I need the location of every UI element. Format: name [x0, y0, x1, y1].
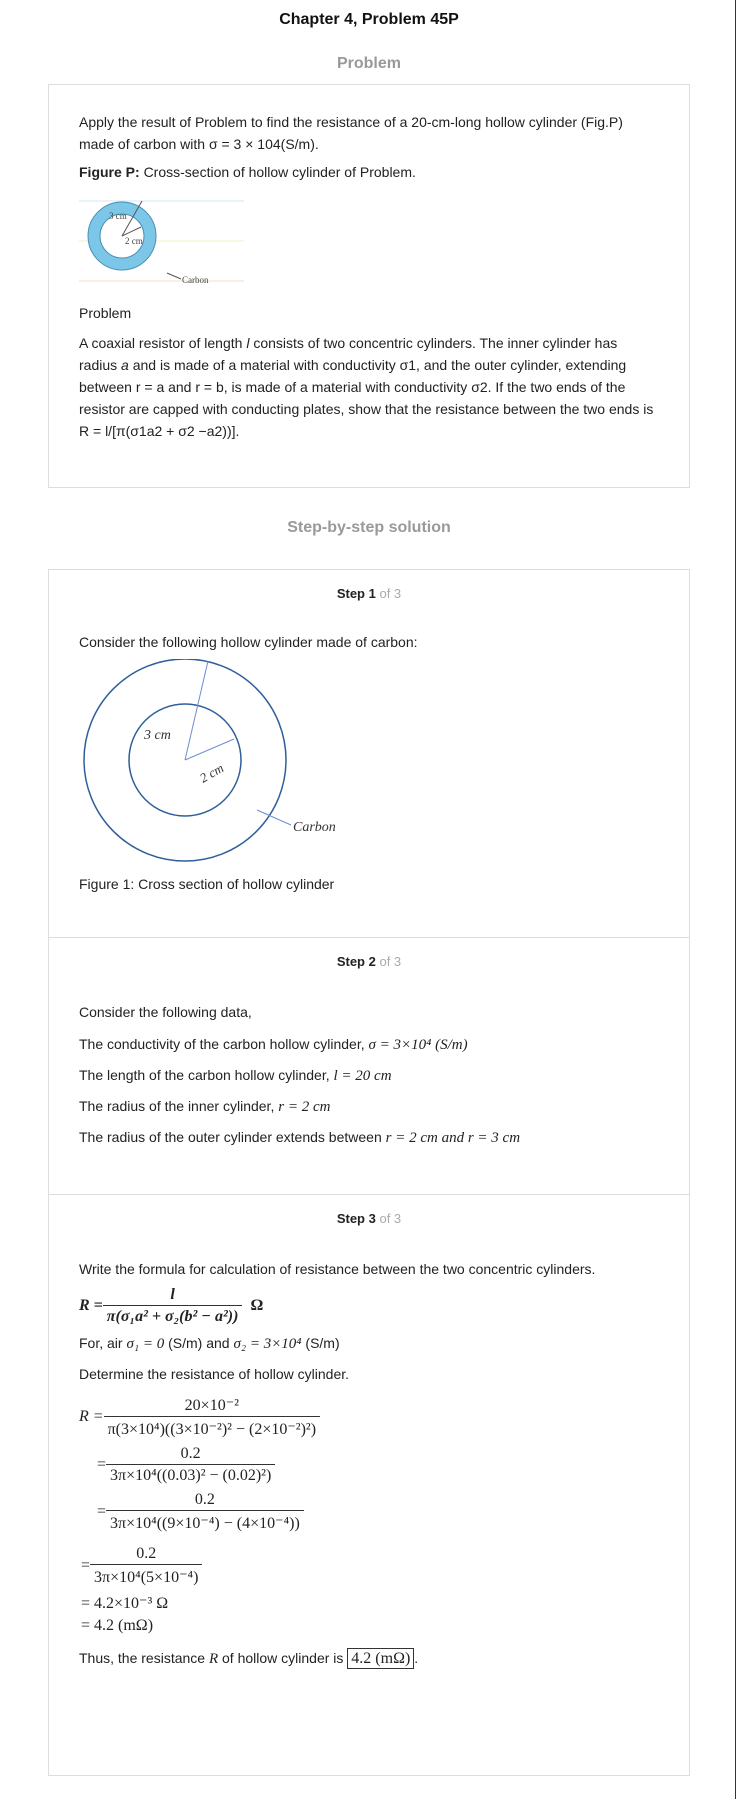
solution-heading: Step-by-step solution	[287, 519, 451, 536]
conclusion: Thus, the resistance R of hollow cylinde…	[79, 1648, 419, 1669]
step-text: Consider the following data,	[79, 1004, 252, 1020]
problem-box: Apply the result of Problem to find the …	[48, 84, 690, 488]
figure-1: 3 cm 2 cm Carbon	[79, 658, 659, 869]
svg-text:3 cm: 3 cm	[143, 728, 171, 743]
solution-box: Step 1 of 3 Consider the following hollo…	[48, 569, 690, 1776]
svg-text:Carbon: Carbon	[182, 275, 209, 285]
problem-heading: Problem	[336, 55, 401, 72]
problem-intro: Apply the result of Problem to find the …	[79, 114, 623, 152]
figure-p-caption: Figure P: Cross-section of hollow cylind…	[79, 164, 416, 180]
calc-line: = 0.2 3π×10⁴(5×10⁻⁴)	[81, 1545, 659, 1587]
problem-subheading: Problem	[79, 305, 132, 321]
step-text: Consider the following hollow cylinder m…	[79, 634, 418, 650]
svg-text:3 cm: 3 cm	[109, 211, 127, 221]
scrollbar[interactable]	[735, 0, 736, 1799]
result-line: = 4.2×10⁻³ Ω	[81, 1595, 169, 1612]
problem-text: A coaxial resistor of length l consists …	[79, 335, 654, 439]
svg-text:2 cm: 2 cm	[197, 760, 226, 785]
svg-text:2 cm: 2 cm	[125, 236, 143, 246]
figure-1-caption: Figure 1: Cross section of hollow cylind…	[79, 876, 335, 892]
resistance-formula: R = l π(σ₁a² + σ₂(b² − a²)) Ω	[79, 1286, 264, 1325]
svg-text:Carbon: Carbon	[293, 820, 336, 835]
step-label: Step 3 of 3	[336, 1211, 402, 1226]
figure-p: 3 cm 2 cm Carbon	[79, 189, 659, 294]
step-3: Step 3 of 3 Write the formula for calcul…	[49, 1195, 689, 1670]
final-answer: 4.2 (mΩ)	[347, 1648, 415, 1669]
step-label: Step 2 of 3	[336, 954, 402, 969]
air-conductivity: For, air σ₁ = 0 (S/m) and σ₂ = 3×10⁴ (S/…	[79, 1335, 340, 1352]
step-label: Step 1 of 3	[336, 586, 402, 601]
step-1: Step 1 of 3 Consider the following hollo…	[49, 570, 689, 938]
calc-line: R = 20×10⁻² π(3×10⁴)((3×10⁻²)² − (2×10⁻²)²…	[79, 1395, 659, 1439]
data-list: The conductivity of the carbon hollow cy…	[79, 1036, 521, 1146]
step-text: Write the formula for calculation of res…	[79, 1261, 596, 1277]
step-2: Step 2 of 3 Consider the following data,…	[49, 938, 689, 1195]
step-text: Determine the resistance of hollow cylin…	[79, 1366, 350, 1382]
calc-line: = 0.2 3π×10⁴((0.03)² − (0.02)²)	[97, 1445, 659, 1485]
page-title: Chapter 4, Problem 45P	[279, 11, 459, 28]
calc-line: = 0.2 3π×10⁴((9×10⁻⁴) − (4×10⁻⁴))	[97, 1491, 659, 1533]
result-line: = 4.2 (mΩ)	[81, 1617, 154, 1634]
